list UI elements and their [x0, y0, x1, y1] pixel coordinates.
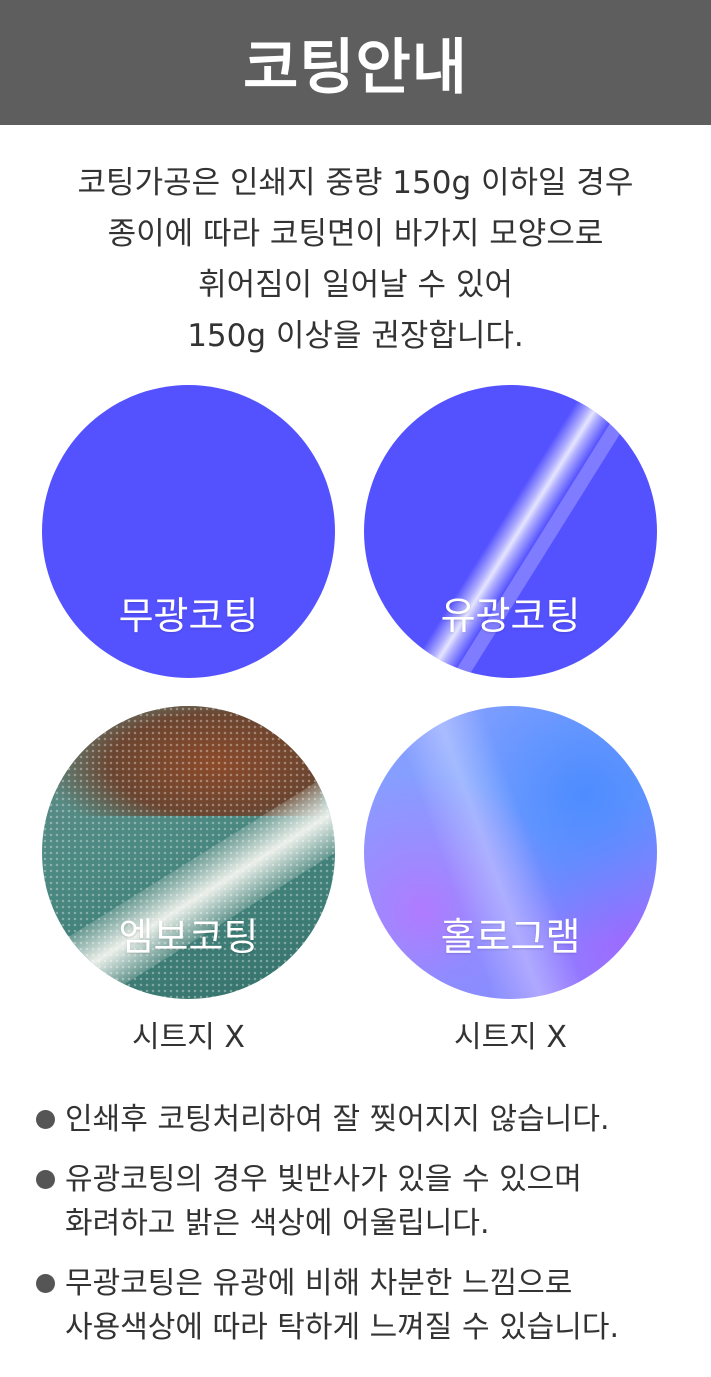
hologram-coating-sample: 홀로그램	[364, 706, 657, 999]
list-item: 무광코팅은 유광에 비해 차분한 느낌으로 사용색상에 따라 탁하게 느껴질 수…	[36, 1262, 696, 1350]
bullet-icon	[36, 1170, 55, 1189]
list-item-text: 인쇄후 코팅처리하여 잘 찢어지지 않습니다.	[65, 1098, 609, 1142]
gloss-coating-sample: 유광코팅	[364, 385, 657, 678]
list-item: 유광코팅의 경우 빛반사가 있을 수 있으며 화려하고 밝은 색상에 어울립니다…	[36, 1158, 696, 1246]
intro-line: 휘어짐이 일어날 수 있어	[198, 267, 513, 303]
info-list: 인쇄후 코팅처리하여 잘 찢어지지 않습니다. 유광코팅의 경우 빛반사가 있을…	[36, 1098, 696, 1366]
sample-label: 엠보코팅	[118, 915, 259, 959]
sample-label: 홀로그램	[440, 915, 581, 959]
list-item-line: 사용색상에 따라 탁하게 느껴질 수 있습니다.	[65, 1310, 620, 1345]
emboss-note: 시트지 X	[132, 1020, 245, 1055]
intro-text: 코팅가공은 인쇄지 중량 150g 이하일 경우 종이에 따라 코팅면이 바가지…	[0, 158, 711, 362]
list-item-text: 유광코팅의 경우 빛반사가 있을 수 있으며 화려하고 밝은 색상에 어울립니다…	[65, 1158, 582, 1246]
emboss-coating-sample: 엠보코팅	[42, 706, 335, 999]
intro-line: 종이에 따라 코팅면이 바가지 모양으로	[107, 216, 604, 252]
sample-label: 유광코팅	[440, 594, 581, 638]
list-item-text: 무광코팅은 유광에 비해 차분한 느낌으로 사용색상에 따라 탁하게 느껴질 수…	[65, 1262, 619, 1350]
list-item: 인쇄후 코팅처리하여 잘 찢어지지 않습니다.	[36, 1098, 696, 1142]
list-item-line: 유광코팅의 경우 빛반사가 있을 수 있으며	[65, 1162, 582, 1197]
list-item-line: 인쇄후 코팅처리하여 잘 찢어지지 않습니다.	[65, 1102, 610, 1137]
header-bar: 코팅안내	[0, 0, 711, 125]
list-item-line: 화려하고 밝은 색상에 어울립니다.	[65, 1206, 490, 1241]
bullet-icon	[36, 1110, 55, 1129]
bullet-icon	[36, 1274, 55, 1293]
hologram-note: 시트지 X	[454, 1020, 567, 1055]
matte-coating-sample: 무광코팅	[42, 385, 335, 678]
intro-line: 코팅가공은 인쇄지 중량 150g 이하일 경우	[77, 165, 634, 201]
intro-line: 150g 이상을 권장합니다.	[187, 318, 524, 354]
sample-label: 무광코팅	[118, 594, 259, 638]
list-item-line: 무광코팅은 유광에 비해 차분한 느낌으로	[65, 1266, 573, 1301]
page-title: 코팅안내	[243, 33, 468, 103]
